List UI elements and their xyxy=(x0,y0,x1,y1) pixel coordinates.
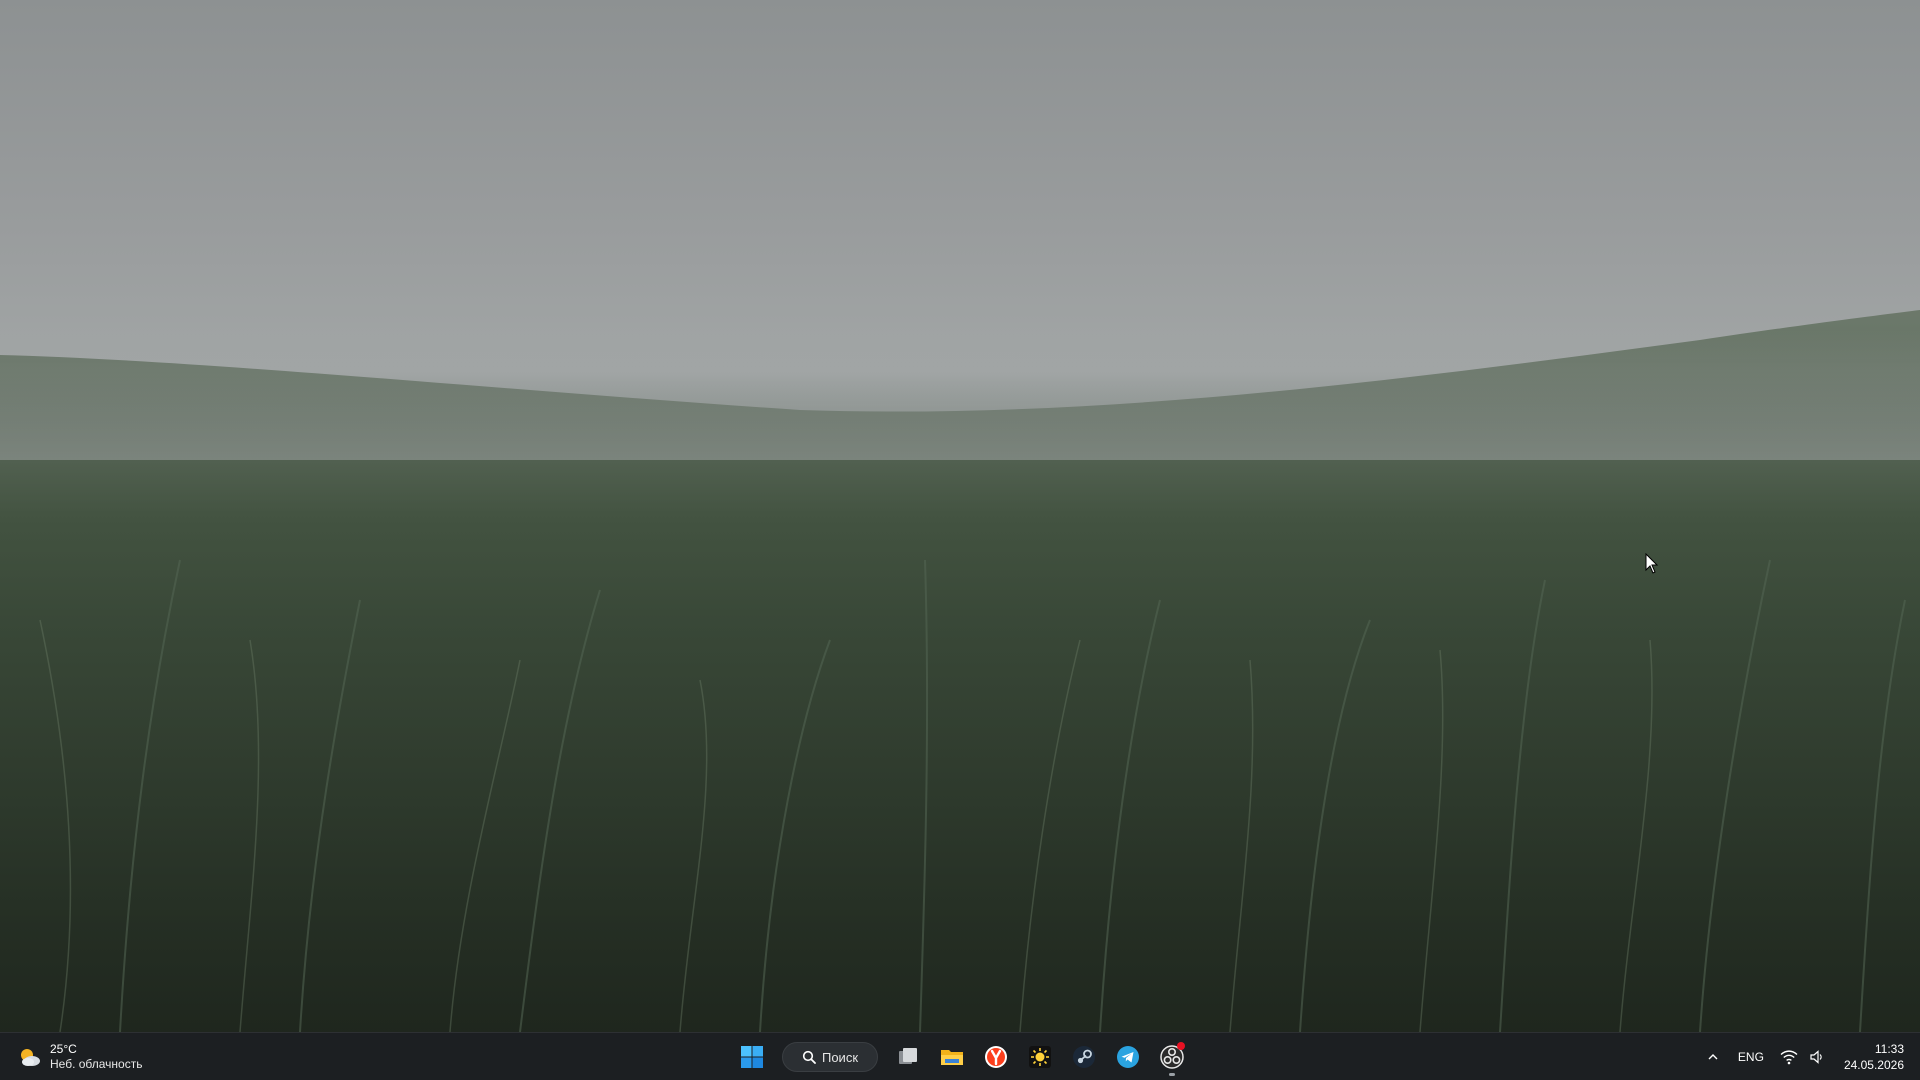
volume-icon xyxy=(1810,1050,1822,1064)
search-button[interactable]: Поиск xyxy=(782,1042,878,1072)
show-hidden-icons-button[interactable] xyxy=(1702,1046,1724,1068)
clock[interactable]: 11:33 24.05.2026 xyxy=(1834,1041,1910,1073)
running-indicator xyxy=(1169,1073,1175,1076)
start-button[interactable] xyxy=(732,1037,772,1077)
search-icon xyxy=(802,1050,816,1064)
language-indicator[interactable]: ENG xyxy=(1730,1050,1772,1064)
mouse-cursor-icon xyxy=(1645,553,1659,574)
recording-badge xyxy=(1177,1042,1185,1050)
weather-condition: Неб. облачность xyxy=(50,1057,143,1071)
search-label: Поиск xyxy=(821,1049,859,1065)
task-view-icon xyxy=(899,1048,917,1064)
yandex-browser-icon xyxy=(985,1046,1007,1068)
network-button[interactable] xyxy=(1778,1046,1800,1068)
yandex-browser-button[interactable] xyxy=(976,1037,1016,1077)
foggy-grass-field-wallpaper xyxy=(0,310,1920,1032)
sun-app-icon xyxy=(1029,1046,1051,1068)
taskbar: 25°C Неб. облачность Поиск ENG 11:33 24.… xyxy=(0,1032,1920,1080)
system-tray: ENG 11:33 24.05.2026 xyxy=(1702,1037,1910,1077)
sun-app-button[interactable] xyxy=(1020,1037,1060,1077)
desktop[interactable] xyxy=(0,0,1920,1032)
clock-time: 11:33 xyxy=(1874,1042,1904,1056)
chevron-up-icon xyxy=(1708,1054,1718,1060)
obs-studio-button[interactable] xyxy=(1152,1037,1192,1077)
partly-sunny-icon xyxy=(21,1049,40,1066)
weather-widget[interactable]: 25°C Неб. облачность xyxy=(12,1037,148,1077)
steam-button[interactable] xyxy=(1064,1037,1104,1077)
taskbar-apps: Поиск xyxy=(732,1037,1192,1077)
folder-icon xyxy=(941,1050,963,1065)
wifi-icon xyxy=(1780,1050,1798,1065)
telegram-button[interactable] xyxy=(1108,1037,1148,1077)
file-explorer-button[interactable] xyxy=(932,1037,972,1077)
weather-temperature: 25°C xyxy=(50,1042,77,1056)
clock-date: 24.05.2026 xyxy=(1843,1058,1904,1072)
steam-icon xyxy=(1073,1046,1095,1068)
telegram-icon xyxy=(1117,1046,1139,1068)
volume-button[interactable] xyxy=(1806,1046,1828,1068)
task-view-button[interactable] xyxy=(888,1037,928,1077)
windows-start-icon xyxy=(741,1046,763,1068)
